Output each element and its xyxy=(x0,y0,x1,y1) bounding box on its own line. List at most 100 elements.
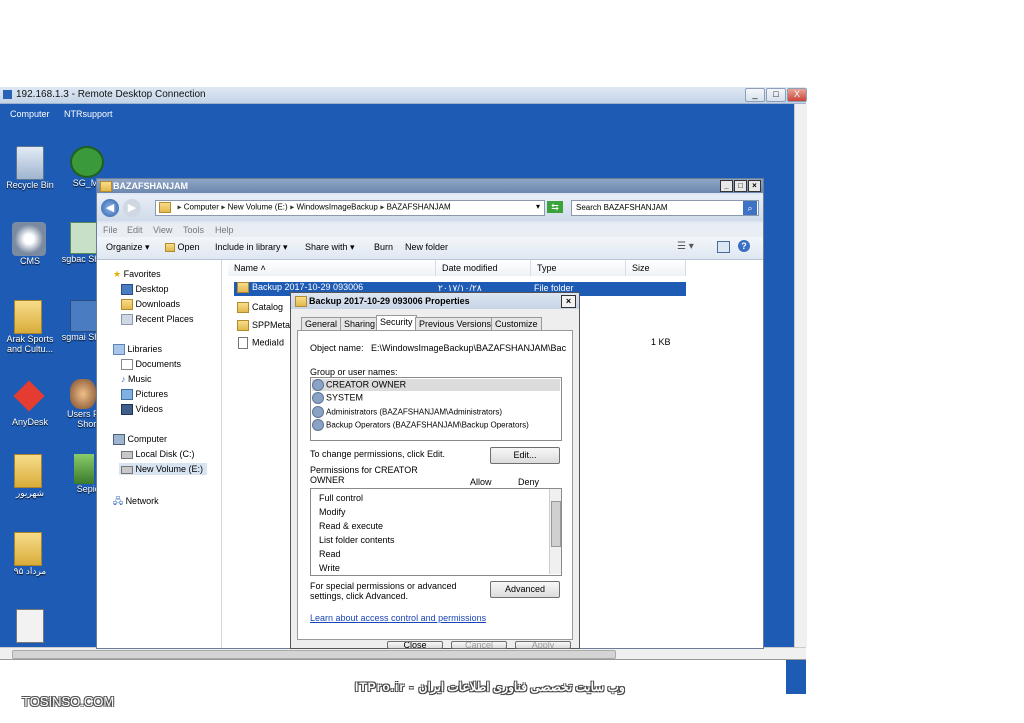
nav-documents[interactable]: Documents xyxy=(121,359,181,371)
desktop-icon-recycle-bin[interactable]: Recycle Bin xyxy=(0,146,60,190)
scrollbar-thumb[interactable] xyxy=(551,501,561,547)
nav-local-disk[interactable]: Local Disk (C:) xyxy=(121,449,195,459)
tab-security[interactable]: Security xyxy=(376,315,417,331)
menu-edit[interactable]: Edit xyxy=(127,225,143,235)
explorer-minimize-button[interactable]: _ xyxy=(720,180,733,192)
folder-icon xyxy=(14,300,42,334)
column-name[interactable]: Name ˄ xyxy=(228,260,436,276)
folder-icon xyxy=(159,202,171,213)
help-icon[interactable]: ? xyxy=(738,240,750,252)
nav-desktop[interactable]: Desktop xyxy=(121,284,169,296)
icon-label: مرداد ۹۵ xyxy=(13,566,47,576)
scrollbar-thumb[interactable] xyxy=(12,650,616,659)
nav-computer[interactable]: Computer xyxy=(113,434,167,446)
nav-libraries[interactable]: Libraries xyxy=(113,344,162,356)
share-with-button[interactable]: Share with ▾ xyxy=(305,242,355,253)
file-icon xyxy=(238,337,248,349)
object-name-label: Object name: xyxy=(310,343,364,353)
rdp-vertical-scrollbar[interactable] xyxy=(794,104,807,647)
access-control-link[interactable]: Learn about access control and permissio… xyxy=(310,613,486,623)
desktop-label-ntrsupport[interactable]: NTRsupport xyxy=(64,109,113,119)
menu-file[interactable]: File xyxy=(103,225,118,235)
cancel-button[interactable]: Cancel xyxy=(451,641,507,649)
menu-view[interactable]: View xyxy=(153,225,172,235)
address-bar[interactable]: ▸ Computer ▸ New Volume (E:) ▸ WindowsIm… xyxy=(155,200,545,216)
tab-general[interactable]: General xyxy=(301,317,342,331)
explorer-titlebar: BAZAFSHANJAM _ □ × xyxy=(97,179,763,193)
desktop-icon-arak-sports[interactable]: Arak Sports and Cultu... xyxy=(0,300,60,354)
menu-tools[interactable]: Tools xyxy=(183,225,204,235)
search-icon[interactable]: ⌕ xyxy=(743,201,757,215)
close-dialog-button[interactable]: Close xyxy=(387,641,443,649)
anydesk-icon xyxy=(13,380,45,412)
search-input[interactable]: Search BAZAFSHANJAM ⌕ xyxy=(571,200,759,216)
nav-new-volume[interactable]: New Volume (E:) xyxy=(119,463,208,475)
security-tab-panel: Object name: E:\WindowsImageBackup\BAZAF… xyxy=(297,330,573,640)
burn-button[interactable]: Burn xyxy=(374,242,393,252)
column-type[interactable]: Type xyxy=(531,260,626,276)
maximize-button[interactable]: □ xyxy=(766,88,786,102)
nav-pictures[interactable]: Pictures xyxy=(121,389,168,401)
refresh-icon[interactable]: ⇆ xyxy=(547,201,563,213)
edit-button[interactable]: Edit... xyxy=(490,447,560,464)
advanced-button[interactable]: Advanced xyxy=(490,581,560,598)
dialog-close-icon[interactable]: × xyxy=(561,295,576,308)
folder-icon xyxy=(237,302,249,314)
minimize-button[interactable]: _ xyxy=(745,88,765,102)
document-icon[interactable] xyxy=(16,609,44,643)
breadcrumb-bazafshanjam[interactable]: BAZAFSHANJAM xyxy=(387,202,451,211)
nav-recent-places[interactable]: Recent Places xyxy=(121,314,194,326)
desktop-icon-cms[interactable]: CMS xyxy=(0,222,60,266)
nav-downloads[interactable]: Downloads xyxy=(121,299,180,311)
column-date-modified[interactable]: Date modified xyxy=(436,260,531,276)
preview-pane-icon[interactable] xyxy=(717,241,730,253)
tab-customize[interactable]: Customize xyxy=(491,317,542,331)
breadcrumb-new-volume[interactable]: New Volume (E:) xyxy=(228,202,288,211)
user-icon xyxy=(312,406,324,418)
recycle-bin-icon xyxy=(16,146,44,180)
table-row[interactable]: Catalog xyxy=(234,302,283,314)
icon-label: CMS xyxy=(20,256,40,266)
table-row[interactable]: SPPMetad xyxy=(234,320,295,332)
permissions-scrollbar[interactable] xyxy=(549,489,561,574)
close-button[interactable]: X xyxy=(787,88,807,102)
apply-button[interactable]: Apply xyxy=(515,641,571,649)
desktop-icon-mordad[interactable]: مرداد ۹۵ xyxy=(0,532,60,576)
explorer-close-button[interactable]: × xyxy=(748,180,761,192)
list-item[interactable]: Administrators (BAZAFSHANJAM\Administrat… xyxy=(312,406,502,418)
column-size[interactable]: Size xyxy=(626,260,686,276)
rdp-title: 192.168.1.3 - Remote Desktop Connection xyxy=(16,89,206,100)
include-in-library-button[interactable]: Include in library ▾ xyxy=(215,242,288,253)
nav-network[interactable]: 🖧 Network xyxy=(113,494,159,510)
tab-previous-versions[interactable]: Previous Versions xyxy=(415,317,496,331)
desktop-icon-anydesk[interactable]: AnyDesk xyxy=(0,379,60,427)
group-label: Group or user names: xyxy=(310,367,398,377)
icon-label: Arak Sports and Cultu... xyxy=(6,334,54,354)
list-item[interactable]: SYSTEM xyxy=(312,392,363,404)
list-item[interactable]: Backup Operators (BAZAFSHANJAM\Backup Op… xyxy=(312,419,529,431)
navigation-bar: ◀ ▶ ▸ Computer ▸ New Volume (E:) ▸ Windo… xyxy=(97,195,763,221)
view-options-icon[interactable]: ☰ ▾ xyxy=(677,241,694,252)
nav-videos[interactable]: Videos xyxy=(121,404,163,416)
dialog-title: Backup 2017-10-29 093006 Properties xyxy=(309,296,470,306)
desktop-icon-shahrivar[interactable]: شهریور xyxy=(0,454,60,498)
desktop-label-computer[interactable]: Computer xyxy=(10,109,50,119)
new-folder-button[interactable]: New folder xyxy=(405,242,448,252)
chevron-down-icon[interactable]: ▾ xyxy=(536,202,540,211)
nav-music[interactable]: ♪ Music xyxy=(121,374,152,384)
nav-favorites[interactable]: ★ Favorites xyxy=(113,269,161,280)
explorer-maximize-button[interactable]: □ xyxy=(734,180,747,192)
search-placeholder: Search BAZAFSHANJAM xyxy=(576,203,668,212)
breadcrumb-computer[interactable]: Computer xyxy=(184,202,219,211)
open-button[interactable]: Open xyxy=(165,242,200,253)
star-icon: ★ xyxy=(113,269,122,279)
menu-help[interactable]: Help xyxy=(215,225,234,235)
forward-arrow-icon[interactable]: ▶ xyxy=(123,199,141,217)
users-icon xyxy=(70,379,96,409)
breadcrumb-windowsimagebackup[interactable]: WindowsImageBackup xyxy=(296,202,377,211)
tab-sharing[interactable]: Sharing xyxy=(340,317,380,331)
rdp-titlebar: 192.168.1.3 - Remote Desktop Connection … xyxy=(0,87,807,104)
back-arrow-icon[interactable]: ◀ xyxy=(101,199,119,217)
organize-button[interactable]: Organize ▾ xyxy=(106,242,150,253)
list-item[interactable]: CREATOR OWNER xyxy=(312,379,560,391)
